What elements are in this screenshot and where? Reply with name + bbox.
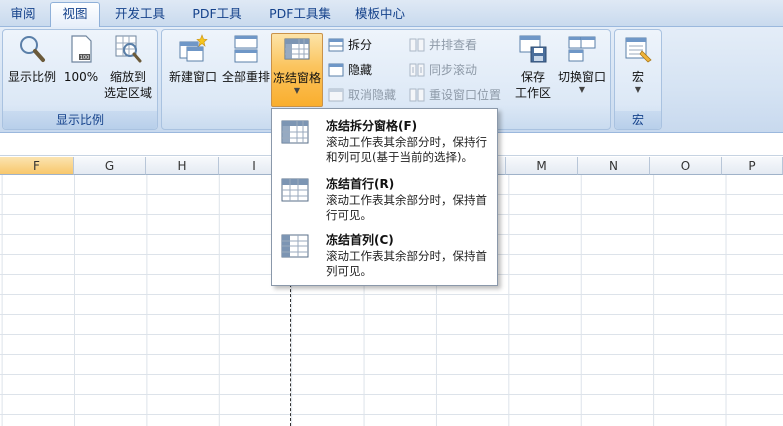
freeze-panes-button[interactable]: 冻结窗格 ▼ [271,33,323,107]
unhide-window-icon [328,88,344,102]
column-header-m[interactable]: M [506,157,578,175]
tab-pdf-tools[interactable]: PDF工具 [186,3,248,25]
hide-button[interactable]: 隐藏 [328,60,372,80]
zoom-100-label: 100% [63,70,99,84]
menu-item-description: 滚动工作表其余部分时，保持首行可见。 [326,193,487,222]
switch-windows-button[interactable]: 切换窗口 ▼ [556,33,608,95]
split-button[interactable]: 拆分 [328,35,372,55]
new-window-icon [179,34,208,62]
unhide-button[interactable]: 取消隐藏 [328,85,396,105]
freeze-panes-label: 冻结窗格 [272,71,321,85]
tab-template-center[interactable]: 模板中心 [350,3,410,25]
side-by-side-icon [409,38,425,52]
freeze-first-column-icon [281,234,309,258]
menu-item-title: 冻结首列(C) [326,233,394,247]
column-header-o[interactable]: O [650,157,722,175]
macros-button[interactable]: 宏 ▼ [619,33,657,95]
page-100-icon: 100 [71,35,92,63]
switch-windows-label: 切换窗口 [557,70,606,84]
save-workspace-label-2: 工作区 [514,86,551,100]
magnifier-icon [20,36,45,62]
reset-position-icon [409,88,425,102]
menu-item-description: 滚动工作表其余部分时，保持行和列可见(基于当前的选择)。 [326,135,487,164]
column-header-h[interactable]: H [146,157,219,175]
split-label: 拆分 [348,38,373,52]
tab-developer[interactable]: 开发工具 [108,3,172,25]
macro-icon [625,37,652,63]
menu-item-title: 冻结拆分窗格(F) [326,119,418,133]
column-header-g[interactable]: G [74,157,146,175]
zoom-100-button[interactable]: 100 100% [61,33,101,85]
menu-item-freeze-first-column[interactable]: 冻结首列(C) 滚动工作表其余部分时，保持首列可见。 [274,227,494,283]
column-header-n[interactable]: N [578,157,650,175]
macros-label: 宏 [631,70,644,84]
column-header-p[interactable]: P [722,157,783,175]
zoom-button[interactable]: 显示比例 [5,33,59,85]
group-macros-label: 宏 [615,111,661,129]
menu-item-title: 冻结首行(R) [326,177,395,191]
svg-text:100: 100 [80,55,90,61]
arrange-all-button[interactable]: 全部重排 [220,33,272,85]
reset-position-button[interactable]: 重设窗口位置 [409,85,501,105]
hide-window-icon [328,63,344,77]
zoom-to-selection-button[interactable]: 缩放到 选定区域 [101,33,155,101]
side-by-side-label: 并排查看 [429,38,478,52]
arrange-all-icon [234,35,258,63]
group-macros: 宏 ▼ 宏 [614,29,662,130]
freeze-panes-icon [281,120,309,144]
switch-windows-icon [568,36,596,62]
save-workspace-icon [519,35,547,63]
chevron-down-icon: ▼ [634,85,642,94]
side-by-side-button[interactable]: 并排查看 [409,35,477,55]
tab-view[interactable]: 视图 [50,2,100,28]
freeze-top-row-icon [281,178,309,202]
ribbon-tab-bar: 审阅 视图 开发工具 PDF工具 PDF工具集 模板中心 [0,0,783,28]
hide-label: 隐藏 [348,63,373,77]
split-icon [328,38,344,52]
save-workspace-label-1: 保存 [520,70,545,84]
reset-position-label: 重设窗口位置 [429,88,502,102]
new-window-label: 新建窗口 [168,70,217,84]
freeze-panes-icon [284,38,310,60]
chevron-down-icon: ▼ [293,86,301,95]
menu-item-description: 滚动工作表其余部分时，保持首列可见。 [326,249,487,278]
sync-scroll-button[interactable]: 同步滚动 [409,60,477,80]
zoom-button-label: 显示比例 [7,70,56,84]
sync-scroll-icon [409,63,425,77]
freeze-panes-menu: 冻结拆分窗格(F) 滚动工作表其余部分时，保持行和列可见(基于当前的选择)。 冻… [271,108,498,286]
new-window-button[interactable]: 新建窗口 [166,33,220,85]
group-zoom-label: 显示比例 [3,111,157,129]
column-header-f[interactable]: F [0,157,74,175]
zoom-selection-label-1: 缩放到 [109,70,146,84]
menu-item-freeze-top-row[interactable]: 冻结首行(R) 滚动工作表其余部分时，保持首行可见。 [274,171,494,227]
sync-scroll-label: 同步滚动 [429,63,478,77]
zoom-selection-icon [115,35,142,63]
tab-pdf-toolset[interactable]: PDF工具集 [262,3,338,25]
chevron-down-icon: ▼ [578,85,586,94]
arrange-all-label: 全部重排 [221,70,270,84]
tab-review[interactable]: 审阅 [6,3,40,25]
zoom-selection-label-2: 选定区域 [103,86,152,100]
group-zoom: 显示比例 100 100% 缩放到 选定区域 显示比例 [2,29,158,130]
unhide-label: 取消隐藏 [348,88,397,102]
save-workspace-button[interactable]: 保存 工作区 [510,33,556,101]
menu-item-freeze-panes[interactable]: 冻结拆分窗格(F) 滚动工作表其余部分时，保持行和列可见(基于当前的选择)。 [274,113,494,169]
